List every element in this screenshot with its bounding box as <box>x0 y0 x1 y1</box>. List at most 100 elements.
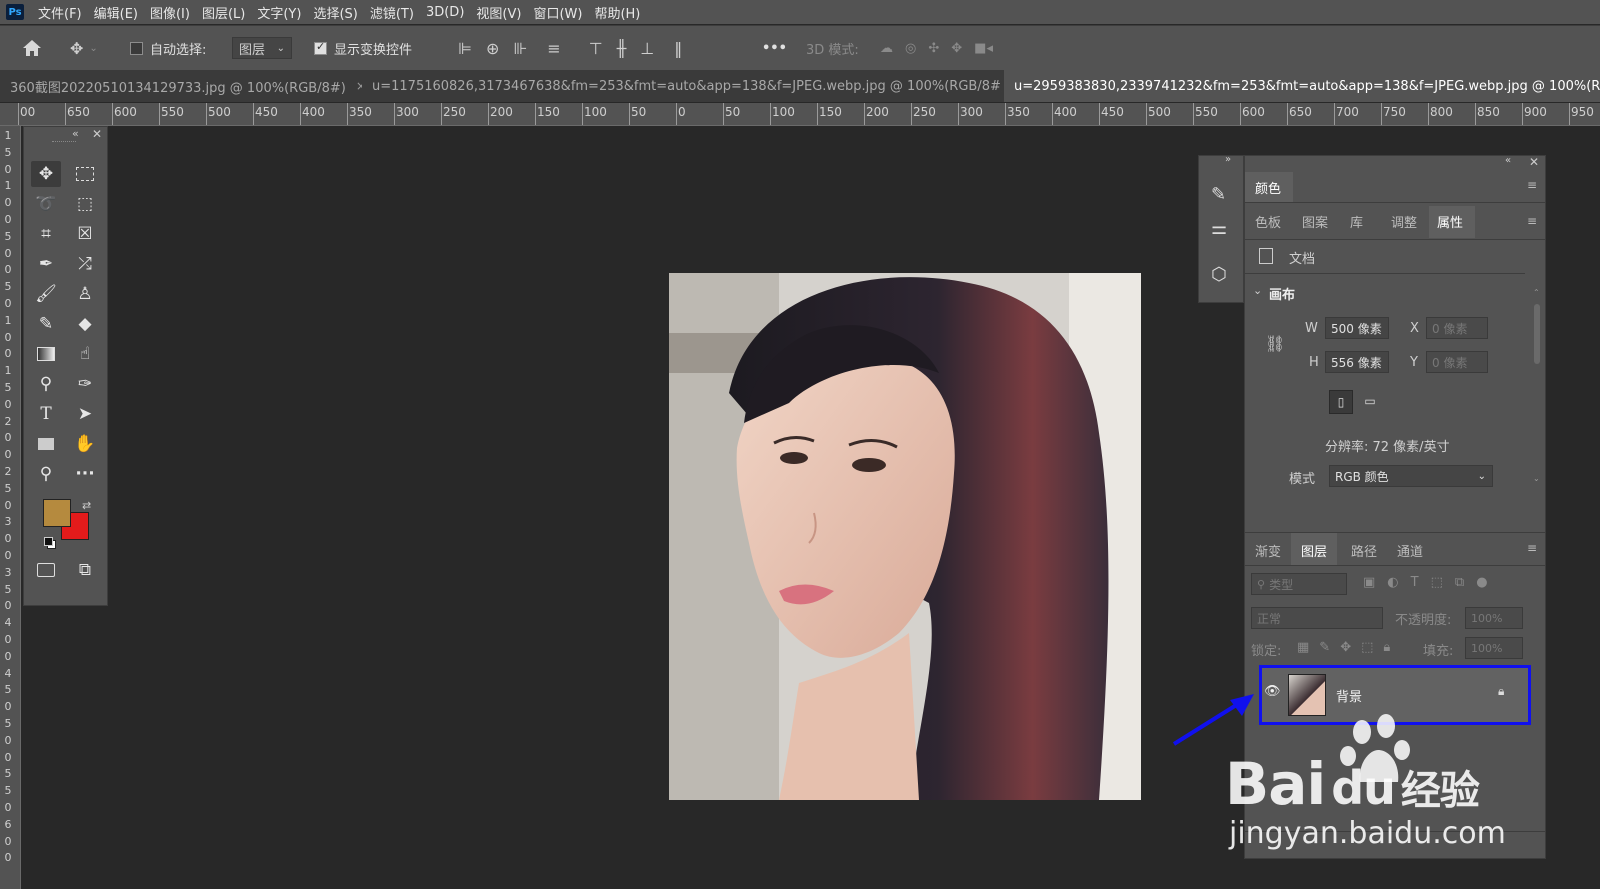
gradient-icon[interactable] <box>31 341 61 367</box>
menu-type[interactable]: 文字(Y) <box>257 3 301 22</box>
foreground-color-swatch[interactable] <box>43 499 71 527</box>
show-transform-checkbox[interactable]: 显示变换控件 <box>314 26 412 70</box>
eraser-icon[interactable]: ◆ <box>70 311 100 337</box>
shape-filter-icon[interactable]: ⬚ <box>1431 575 1443 590</box>
eye-icon[interactable]: 👁︎ <box>1264 684 1281 699</box>
stamp-icon[interactable]: ♙ <box>70 281 100 307</box>
image-filter-icon[interactable]: ▣ <box>1363 575 1375 590</box>
tab-gradients[interactable]: 渐变 <box>1255 541 1281 560</box>
width-field[interactable]: 500 像素 <box>1325 317 1389 339</box>
auto-select-target-dropdown[interactable]: 图层 ⌄ <box>232 37 292 59</box>
layer-filter-dropdown[interactable]: ⚲ 类型 <box>1251 573 1347 595</box>
frame-icon[interactable]: ☒ <box>70 221 100 247</box>
smudge-icon[interactable]: ☝ <box>70 341 100 367</box>
tab-channels[interactable]: 通道 <box>1397 541 1423 560</box>
menu-filter[interactable]: 滤镜(T) <box>370 3 414 22</box>
camera-3d-icon[interactable]: ■◂ <box>974 41 993 56</box>
blend-mode-dropdown[interactable]: 正常 <box>1251 607 1383 629</box>
more-options-button[interactable]: ••• <box>762 26 787 70</box>
link-icon[interactable]: ⛓ <box>1265 334 1285 353</box>
align-top-icon[interactable]: ⊤ <box>589 39 603 58</box>
portrait-orientation-icon[interactable]: ▯ <box>1329 390 1353 414</box>
tab-document-3[interactable]: u=2959383830,2339741232&fm=253&fmt=auto&… <box>1004 70 1600 102</box>
align-left-icon[interactable]: ⊫ <box>458 39 472 58</box>
lock-paint-icon[interactable]: ✎ <box>1319 640 1330 655</box>
collapse-icon[interactable]: « <box>1505 155 1511 166</box>
brush-settings-icon[interactable]: ✎ <box>1211 184 1226 205</box>
distribute-vertical-icon[interactable]: ‖ <box>674 39 682 58</box>
canvas-photo[interactable] <box>669 273 1141 800</box>
tab-layers[interactable]: 图层 <box>1291 533 1337 565</box>
close-icon[interactable]: ✕ <box>92 127 102 141</box>
pan-3d-icon[interactable]: ✣ <box>928 41 939 56</box>
tab-document-2[interactable]: u=1175160826,3173467638&fm=253&fmt=auto&… <box>362 70 1002 102</box>
x-field[interactable]: 0 像素 <box>1426 317 1488 339</box>
home-icon[interactable] <box>22 26 42 70</box>
filter-toggle-icon[interactable]: ● <box>1476 575 1487 590</box>
move-icon[interactable]: ✥ <box>31 161 61 187</box>
screen-mode-icon[interactable]: ⧉ <box>70 557 100 583</box>
menu-window[interactable]: 窗口(W) <box>533 3 582 22</box>
panel-scrollbar[interactable]: ⌃ ⌄ <box>1533 288 1541 488</box>
align-hcenter-icon[interactable]: ⊕ <box>486 39 499 58</box>
menu-help[interactable]: 帮助(H) <box>594 3 640 22</box>
tab-swatches[interactable]: 色板 <box>1255 212 1281 231</box>
rectangle-icon[interactable] <box>31 431 61 457</box>
brush-icon[interactable]: 🖌 <box>31 281 61 307</box>
collapse-icon[interactable]: « <box>72 127 79 140</box>
opacity-field[interactable]: 100% <box>1465 607 1523 629</box>
object-select-icon[interactable]: ⬚ <box>70 191 100 217</box>
healing-icon[interactable]: ⤮ <box>70 251 100 277</box>
lasso-icon[interactable]: ➰ <box>31 191 61 217</box>
menu-image[interactable]: 图像(I) <box>150 3 190 22</box>
panel-menu-icon[interactable]: ≡ <box>1527 214 1537 228</box>
expand-icon[interactable]: » <box>1225 154 1231 165</box>
slide-3d-icon[interactable]: ✥ <box>951 41 962 56</box>
tab-paths[interactable]: 路径 <box>1351 541 1377 560</box>
marquee-icon[interactable] <box>70 161 100 187</box>
close-icon[interactable]: ✕ <box>1529 155 1539 169</box>
align-bottom-icon[interactable]: ⊥ <box>640 39 654 58</box>
height-field[interactable]: 556 像素 <box>1325 351 1389 373</box>
dodge-icon[interactable]: ⚲ <box>31 371 61 397</box>
eyedropper-icon[interactable]: ✒ <box>31 251 61 277</box>
crop-icon[interactable]: ⌗ <box>31 221 61 247</box>
align-vcenter-icon[interactable]: ╫ <box>617 39 627 58</box>
tab-color[interactable]: 颜色 <box>1245 172 1293 202</box>
panel-menu-icon[interactable]: ≡ <box>1527 178 1537 192</box>
tab-adjustments[interactable]: 调整 <box>1391 212 1417 231</box>
auto-select-checkbox[interactable]: 自动选择: <box>130 26 206 70</box>
move-tool-preset-icon[interactable]: ✥ ⌄ <box>70 26 98 70</box>
zoom-icon[interactable]: ⚲ <box>31 461 61 487</box>
orbit-3d-icon[interactable]: ☁ <box>880 41 893 56</box>
menu-layer[interactable]: 图层(L) <box>202 3 245 22</box>
default-colors-icon[interactable] <box>44 537 56 549</box>
fill-field[interactable]: 100% <box>1465 637 1523 659</box>
menu-edit[interactable]: 编辑(E) <box>94 3 138 22</box>
3d-cube-icon[interactable]: ⬡ <box>1211 264 1227 285</box>
lock-all-icon[interactable]: 🔒︎ <box>1383 640 1390 655</box>
menu-3d[interactable]: 3D(D) <box>426 5 464 20</box>
smart-object-filter-icon[interactable]: ⧉ <box>1455 575 1464 590</box>
distribute-icon[interactable]: ≡ <box>547 39 560 58</box>
tab-patterns[interactable]: 图案 <box>1302 212 1328 231</box>
y-field[interactable]: 0 像素 <box>1426 351 1488 373</box>
menu-view[interactable]: 视图(V) <box>476 3 521 22</box>
adjustments-icon[interactable]: ⚌ <box>1211 218 1227 239</box>
tab-document-1[interactable]: 360截图20220510134129733.jpg @ 100%(RGB/8#… <box>0 70 362 102</box>
lock-position-icon[interactable]: ✥ <box>1340 640 1351 655</box>
history-brush-icon[interactable]: ✎ <box>31 311 61 337</box>
swap-colors-icon[interactable]: ⇄ <box>82 499 91 512</box>
path-select-icon[interactable]: ➤ <box>70 401 100 427</box>
menu-select[interactable]: 选择(S) <box>313 3 357 22</box>
pen-icon[interactable]: ✑ <box>70 371 100 397</box>
landscape-orientation-icon[interactable]: ▭ <box>1359 390 1381 412</box>
type-icon[interactable]: T <box>31 401 61 427</box>
layer-row-background[interactable]: 👁︎ 背景 🔒︎ <box>1259 665 1531 725</box>
tab-libraries[interactable]: 库 <box>1350 212 1363 231</box>
chevron-down-icon[interactable]: ⌄ <box>1253 284 1262 297</box>
menu-file[interactable]: 文件(F) <box>38 3 82 22</box>
tab-properties[interactable]: 属性 <box>1429 206 1475 238</box>
panel-menu-icon[interactable]: ≡ <box>1527 541 1537 555</box>
roll-3d-icon[interactable]: ◎ <box>905 41 916 56</box>
